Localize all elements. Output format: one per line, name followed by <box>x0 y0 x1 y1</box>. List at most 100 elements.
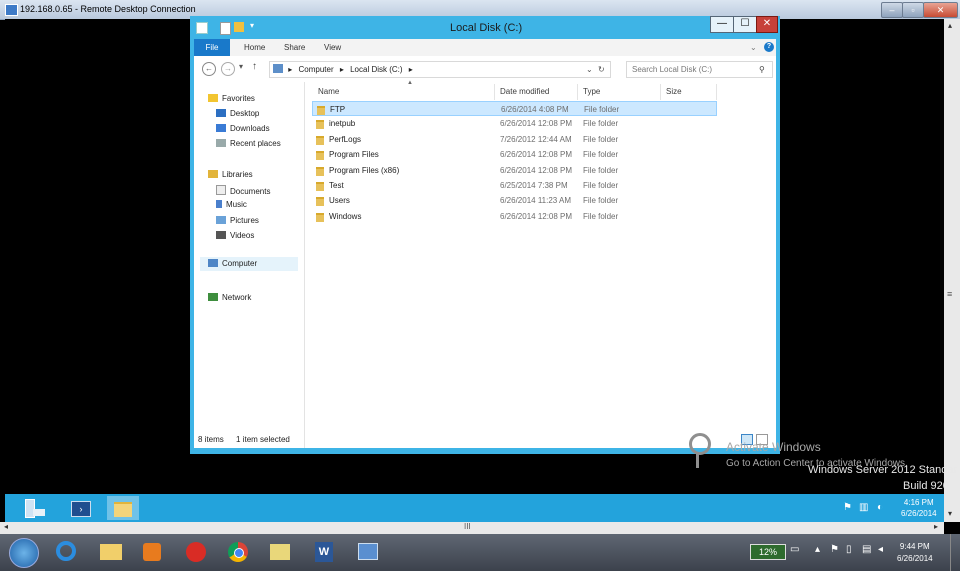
rdp-maximize-button[interactable]: ▫ <box>902 2 924 18</box>
new-folder-icon[interactable] <box>234 22 244 32</box>
column-size[interactable]: Size <box>666 87 682 96</box>
tab-share[interactable]: Share <box>284 39 305 56</box>
up-button[interactable]: ↑ <box>252 61 257 72</box>
navigation-pane[interactable]: Favorites Desktop Downloads Recent place… <box>194 82 305 448</box>
local-clock[interactable]: 9:44 PM 6/26/2014 <box>897 541 933 565</box>
address-dropdown-icon[interactable]: ⌄ <box>586 62 593 77</box>
explorer-window[interactable]: ▾ Local Disk (C:) — ☐ ✕ File Home Share … <box>190 16 780 454</box>
breadcrumb-computer[interactable]: Computer <box>298 65 333 74</box>
nav-videos[interactable]: Videos <box>216 231 254 240</box>
nav-favorites[interactable]: Favorites <box>208 94 255 103</box>
breadcrumb-sep-icon[interactable]: ▸ <box>409 65 413 74</box>
file-date: 6/26/2014 12:08 PM <box>500 150 573 160</box>
nav-libraries[interactable]: Libraries <box>208 170 253 179</box>
start-button[interactable] <box>9 538 39 568</box>
breadcrumb-sep-icon[interactable]: ▸ <box>288 65 292 74</box>
nav-downloads[interactable]: Downloads <box>216 124 270 133</box>
sticky-notes-icon[interactable] <box>262 536 300 569</box>
tray-sound-icon[interactable]: ◐ <box>877 502 883 513</box>
column-divider[interactable] <box>660 84 661 100</box>
power-icon[interactable]: ▯ <box>846 544 852 555</box>
internet-explorer-icon[interactable] <box>48 536 86 569</box>
scroll-left-icon[interactable]: ◂ <box>4 522 8 531</box>
tab-view[interactable]: View <box>324 39 341 56</box>
expand-ribbon-icon[interactable]: ⌄ <box>750 39 757 56</box>
nav-music[interactable]: Music <box>216 200 247 209</box>
file-name: Users <box>329 196 350 206</box>
properties-icon[interactable] <box>196 22 208 34</box>
breadcrumb-local-disk[interactable]: Local Disk (C:) <box>350 65 402 74</box>
tray-network-icon[interactable]: ▥ <box>859 502 868 513</box>
column-divider[interactable] <box>577 84 578 100</box>
table-row[interactable]: Test 6/25/2014 7:38 PM File folder <box>312 178 717 193</box>
file-explorer-taskbar-icon[interactable] <box>107 496 139 520</box>
qat-dropdown-icon[interactable]: ▾ <box>250 21 254 30</box>
address-bar[interactable]: ▸ Computer ▸ Local Disk (C:) ▸ ⌄ ↻ <box>269 61 611 78</box>
windows-explorer-icon[interactable] <box>92 536 130 569</box>
table-row[interactable]: Program Files 6/26/2014 12:08 PM File fold… <box>312 147 717 162</box>
media-player-icon[interactable] <box>134 536 172 569</box>
rdp-close-button[interactable]: ✕ <box>923 2 958 18</box>
powershell-icon[interactable]: › <box>65 496 95 520</box>
recent-locations-dropdown[interactable]: ▾ <box>239 62 243 71</box>
column-name[interactable]: Name <box>318 87 339 96</box>
battery-indicator[interactable]: 12% <box>750 544 786 560</box>
nav-desktop[interactable]: Desktop <box>216 109 259 118</box>
scroll-up-icon[interactable]: ▴ <box>948 21 952 30</box>
scroll-right-icon[interactable]: ▸ <box>934 522 938 531</box>
column-date-modified[interactable]: Date modified <box>500 87 549 96</box>
horizontal-scrollbar[interactable]: ◂ III ▸ <box>0 522 944 534</box>
maximize-button[interactable]: ☐ <box>733 16 757 33</box>
chrome-icon[interactable] <box>220 536 258 569</box>
quick-access-toolbar[interactable]: ▾ <box>196 21 256 35</box>
back-button[interactable]: ← <box>202 62 216 76</box>
nav-videos-label: Videos <box>230 231 255 240</box>
nav-recent-places[interactable]: Recent places <box>216 139 281 148</box>
vertical-scrollbar[interactable]: ▴ ≡ ▾ <box>944 19 960 522</box>
hscroll-grip-icon[interactable]: III <box>464 522 471 531</box>
show-desktop-button[interactable] <box>950 534 960 571</box>
tray-flag-icon[interactable]: ⚑ <box>843 502 852 513</box>
nav-favorites-label: Favorites <box>222 94 255 103</box>
tab-home[interactable]: Home <box>244 39 265 56</box>
app-shield-icon[interactable] <box>178 536 216 569</box>
table-row[interactable]: PerfLogs 7/26/2012 12:44 AM File folder <box>312 132 717 147</box>
table-row[interactable]: Users 6/26/2014 11:23 AM File folder <box>312 193 717 208</box>
column-type[interactable]: Type <box>583 87 600 96</box>
close-button[interactable]: ✕ <box>756 16 778 33</box>
remote-clock[interactable]: 4:16 PM 6/26/2014 <box>901 497 937 519</box>
word-icon[interactable]: W <box>306 536 344 569</box>
nav-computer[interactable]: Computer <box>200 257 298 271</box>
breadcrumb-sep-icon[interactable]: ▸ <box>340 65 344 74</box>
minimize-button[interactable]: — <box>710 16 734 33</box>
volume-icon[interactable]: ◂ <box>878 544 883 555</box>
remote-desktop-taskbar-icon[interactable] <box>350 536 388 569</box>
refresh-icon[interactable]: ↻ <box>598 62 605 77</box>
table-row[interactable]: Windows 6/26/2014 12:08 PM File folder <box>312 209 717 224</box>
forward-button[interactable]: → <box>221 62 235 76</box>
show-hidden-icons[interactable]: ▴ <box>815 544 820 555</box>
table-row[interactable]: FTP 6/26/2014 4:08 PM File folder <box>312 101 717 116</box>
file-type: File folder <box>584 105 620 114</box>
action-center-icon[interactable]: ⚑ <box>830 544 839 555</box>
column-divider[interactable] <box>716 84 717 100</box>
star-icon <box>208 94 218 102</box>
search-input[interactable]: Search Local Disk (C:) ⚲ <box>626 61 773 78</box>
tray-battery-icon[interactable]: ▭ <box>790 544 799 555</box>
tab-file[interactable]: File <box>194 39 230 56</box>
help-icon[interactable]: ? <box>764 42 774 52</box>
table-row[interactable]: inetpub 6/26/2014 12:08 PM File folder <box>312 116 717 131</box>
table-row[interactable]: Program Files (x86) 6/26/2014 12:08 PM Fil… <box>312 163 717 178</box>
network-icon[interactable]: ▤ <box>862 544 871 555</box>
new-document-icon[interactable] <box>220 22 231 35</box>
server-manager-icon[interactable] <box>19 496 49 520</box>
nav-network[interactable]: Network <box>208 293 251 302</box>
search-icon[interactable]: ⚲ <box>759 62 765 77</box>
nav-pictures[interactable]: Pictures <box>216 216 259 225</box>
downloads-icon <box>216 124 226 132</box>
nav-documents[interactable]: Documents <box>216 185 270 196</box>
scroll-down-icon[interactable]: ▾ <box>948 509 952 518</box>
vscroll-grip-icon[interactable]: ≡ <box>947 289 952 299</box>
column-divider[interactable] <box>494 84 495 100</box>
rdp-minimize-button[interactable]: – <box>881 2 903 18</box>
